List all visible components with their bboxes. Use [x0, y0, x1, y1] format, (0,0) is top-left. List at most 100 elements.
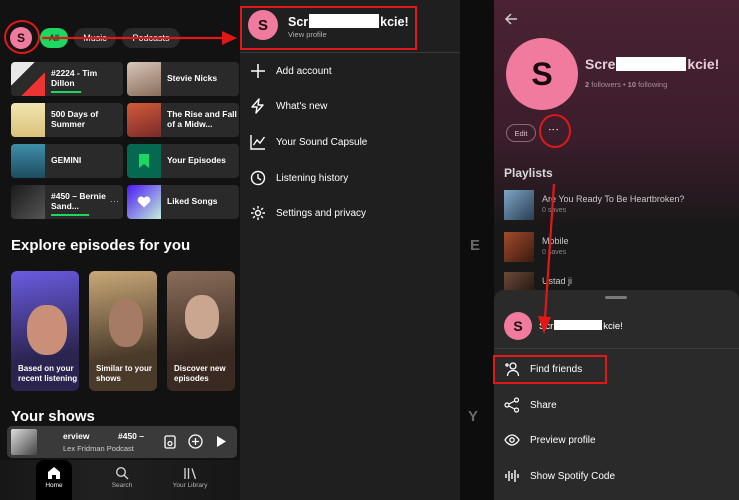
sheet-share[interactable]: Share [494, 390, 739, 420]
tile-liked-songs[interactable]: Liked Songs [127, 185, 239, 219]
connect-device-icon[interactable] [164, 435, 176, 449]
profile-username-prefix: Scre [585, 56, 616, 72]
playlist-item[interactable]: Ustad ji [504, 272, 739, 292]
menu-add-account[interactable]: Add account [240, 56, 460, 86]
annotation-box-profile [240, 6, 417, 50]
episode-art [185, 295, 219, 339]
menu-item-label: Settings and privacy [276, 207, 367, 219]
progress-bar [51, 91, 81, 93]
sheet-item-label: Preview profile [530, 434, 596, 446]
followers-label: followers [591, 80, 621, 89]
tile-your-episodes[interactable]: Your Episodes [127, 144, 239, 178]
tile-stevie-nicks[interactable]: Stevie Nicks [127, 62, 239, 96]
more-icon[interactable]: ··· [110, 196, 119, 206]
tile-label: #2224 - Tim Dillon [51, 68, 98, 88]
episode-card[interactable]: Discover new episodes [167, 271, 235, 391]
sheet-item-label: Show Spotify Code [530, 470, 616, 482]
plus-icon [251, 64, 265, 78]
followers-count: 2 [585, 80, 590, 89]
menu-item-label: Add account [276, 65, 332, 77]
tile-500-days[interactable]: 500 Days of Summer [11, 103, 123, 137]
redaction-box [554, 320, 603, 330]
annotation-circle-more [539, 114, 571, 148]
episode-card-label: Discover new episodes [174, 364, 226, 383]
tile-gemini[interactable]: GEMINI [11, 144, 123, 178]
share-icon [504, 397, 520, 413]
edit-profile-label: Edit [514, 128, 528, 138]
episode-card[interactable]: Based on your recent listening [11, 271, 79, 391]
playlist-cover [504, 232, 534, 262]
history-icon [250, 170, 266, 186]
mini-player-art [11, 429, 37, 455]
menu-item-label: What's new [276, 100, 328, 112]
sheet-handle[interactable] [605, 296, 627, 299]
annotation-box-find-friends [493, 355, 607, 384]
chip-all[interactable]: All [40, 28, 68, 48]
playlists-heading: Playlists [504, 166, 553, 180]
episode-card-label: Based on your recent listening [18, 364, 78, 383]
tile-thumbnail [11, 103, 45, 137]
nav-library-label: Your Library [172, 482, 208, 489]
sheet-username-suffix: kcie! [603, 321, 623, 332]
home-icon [48, 467, 60, 479]
tile-thumbnail [11, 185, 45, 219]
tile-tim-dillon[interactable]: #2224 - Tim Dillon [11, 62, 123, 96]
menu-settings[interactable]: Settings and privacy [240, 198, 460, 228]
chip-music-label: Music [83, 33, 107, 43]
playlist-item[interactable]: Mobile 0 saves [504, 232, 739, 268]
heart-icon [137, 196, 151, 208]
play-icon[interactable] [216, 435, 227, 448]
tile-label: Stevie Nicks [167, 73, 218, 84]
chip-podcasts[interactable]: Podcasts [122, 28, 180, 48]
panel-divider: E Y [460, 0, 494, 500]
sheet-spotify-code[interactable]: Show Spotify Code [494, 461, 739, 491]
playlist-meta: 0 saves [542, 249, 567, 256]
section-title-shows: Your shows [11, 408, 95, 425]
menu-listening-history[interactable]: Listening history [240, 163, 460, 193]
nav-home[interactable]: Home [24, 466, 84, 489]
profile-options-sheet: S Scr kcie! Find friends Share Preview pr… [494, 290, 739, 500]
nav-search[interactable]: Search [92, 466, 152, 489]
home-screen: S All Music Podcasts #2224 - Tim Dillon … [0, 0, 240, 500]
menu-divider [240, 52, 460, 53]
chip-music[interactable]: Music [74, 28, 116, 48]
episode-art [27, 305, 67, 355]
menu-item-label: Your Sound Capsule [276, 136, 368, 148]
tile-bernie-sanders[interactable]: #450 – Bernie Sand... ··· [11, 185, 123, 219]
sheet-item-label: Share [530, 399, 557, 411]
episode-card-label: Similar to your shows [96, 364, 153, 383]
redaction-box [616, 57, 687, 71]
tile-thumbnail [127, 103, 161, 137]
mini-player-subtitle: Lex Fridman Podcast [63, 444, 134, 453]
tile-thumbnail [11, 144, 45, 178]
menu-item-label: Listening history [276, 172, 349, 184]
eye-icon [504, 434, 520, 446]
menu-sound-capsule[interactable]: Your Sound Capsule [240, 127, 460, 157]
profile-avatar-large-letter: S [531, 55, 553, 92]
nav-library[interactable]: Your Library [160, 466, 220, 489]
profile-follow-stats[interactable]: 2 followers • 10 following [585, 80, 667, 89]
edit-profile-button[interactable]: Edit [506, 124, 536, 142]
menu-whats-new[interactable]: What's new [240, 91, 460, 121]
playlist-meta: 0 saves [542, 207, 567, 214]
sheet-username-prefix: Scr [539, 321, 554, 332]
episode-card[interactable]: Similar to your shows [89, 271, 157, 391]
lightning-icon [251, 98, 264, 114]
gear-icon [251, 206, 265, 220]
annotation-circle-avatar [4, 20, 40, 54]
tile-thumbnail [11, 62, 45, 96]
background-letter: E [470, 237, 481, 254]
tile-label: The Rise and Fall of a Midw... [167, 109, 237, 129]
playlist-item[interactable]: Are You Ready To Be Heartbroken? 0 saves [504, 190, 739, 226]
add-icon[interactable] [188, 434, 203, 449]
search-icon [115, 466, 129, 480]
profile-screen: S Scre kcie! 2 followers • 10 following E… [494, 0, 739, 500]
mini-player-title: erview [63, 431, 90, 441]
back-arrow-icon[interactable] [504, 12, 518, 26]
mini-player[interactable]: erview #450 – Lex Fridman Podcast [7, 426, 237, 458]
sheet-preview-profile[interactable]: Preview profile [494, 425, 739, 455]
tile-label: Your Episodes [167, 155, 226, 166]
following-count: 10 [627, 80, 636, 89]
tile-rise-and-fall[interactable]: The Rise and Fall of a Midw... [127, 103, 239, 137]
chart-icon [250, 135, 266, 150]
